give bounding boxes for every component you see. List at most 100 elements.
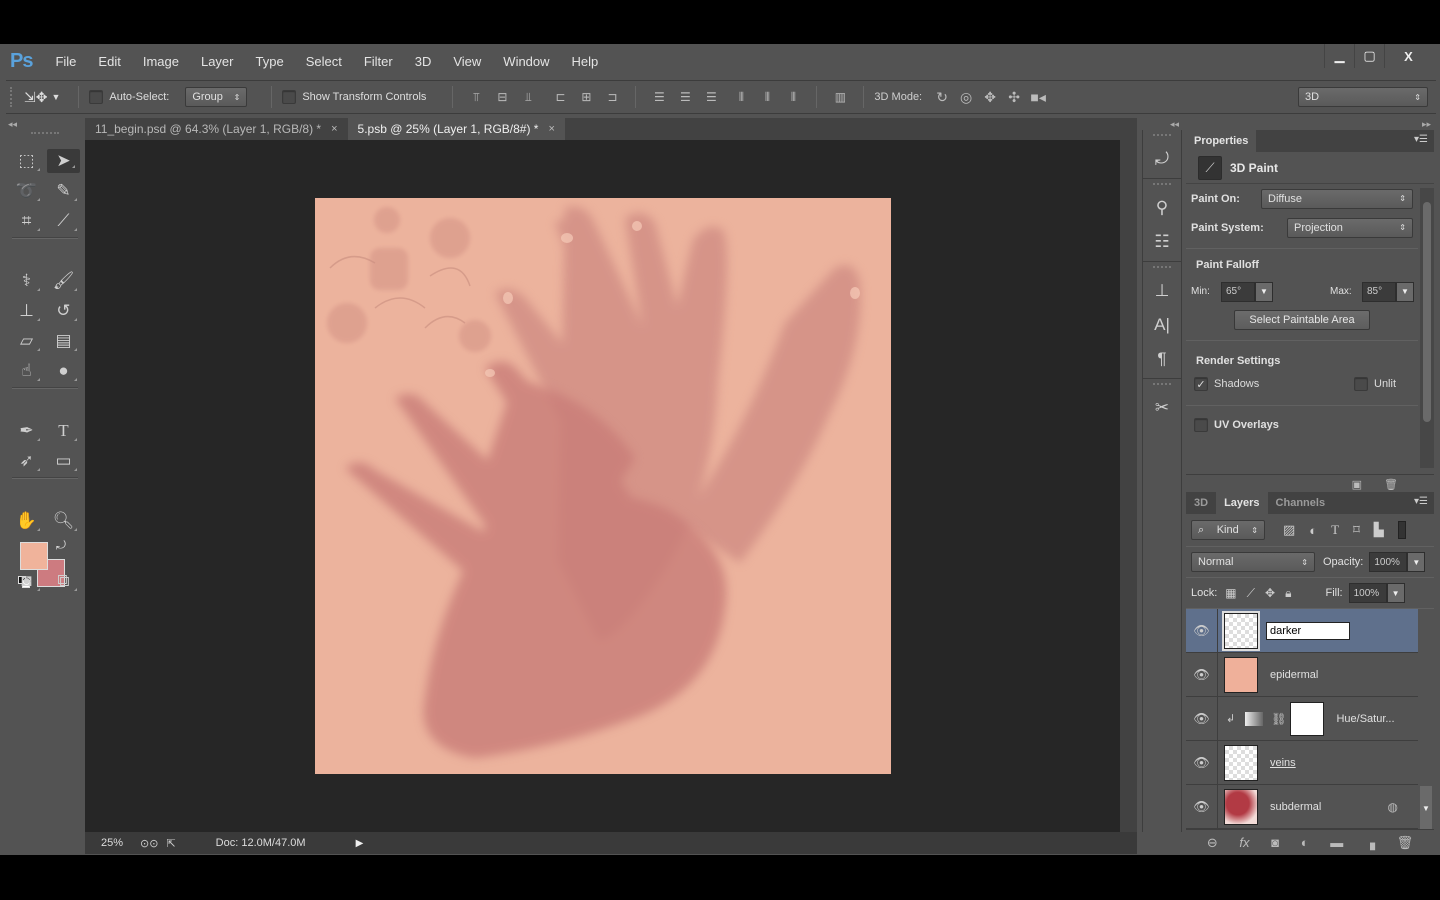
properties-scrollbar[interactable] <box>1420 188 1434 468</box>
show-transform-checkbox[interactable] <box>282 90 297 104</box>
menu-help[interactable]: Help <box>561 54 610 69</box>
distribute-right-icon[interactable]: ⫴ <box>782 88 804 106</box>
layer-row-subdermal[interactable]: 👁︎ subdermal ◍ <box>1186 784 1418 829</box>
close-tab-icon[interactable]: × <box>548 123 554 135</box>
opacity-input[interactable]: 100% <box>1369 552 1408 572</box>
panel-menu-icon[interactable]: ▾☰ <box>1414 496 1428 507</box>
lock-image-icon[interactable]: ⟋ <box>1247 586 1255 601</box>
share-icon[interactable]: ⇱ <box>166 837 175 850</box>
timing-icon[interactable]: ⊙⊙ <box>140 837 158 850</box>
filter-kind-select[interactable]: ⌕ Kind ⇕ <box>1191 520 1265 540</box>
filter-smart-object-icon[interactable]: ▙ <box>1374 522 1384 538</box>
visibility-eye-icon[interactable]: 👁︎ <box>1186 784 1218 829</box>
menu-3d[interactable]: 3D <box>404 54 443 69</box>
lock-transparent-icon[interactable]: ▦ <box>1225 586 1236 600</box>
sponge-tool-icon[interactable]: ● <box>45 356 82 386</box>
distribute-left-icon[interactable]: ⫴ <box>730 88 752 106</box>
workspace-select[interactable]: 3D ⇕ <box>1298 87 1428 107</box>
align-right-edges-icon[interactable]: ⊐ <box>601 88 623 106</box>
3d-drag-icon[interactable]: ✥ <box>978 87 1002 107</box>
3d-roll-icon[interactable]: ◎ <box>954 87 978 107</box>
brush-panel-icon[interactable]: ☷ <box>1143 225 1181 259</box>
minimize-button[interactable]: ▁ <box>1324 44 1354 68</box>
clone-stamp-tool-icon[interactable]: ⊥ <box>8 296 45 326</box>
uv-overlays-checkbox[interactable] <box>1194 417 1208 432</box>
visibility-eye-icon[interactable]: 👁︎ <box>1186 696 1218 741</box>
lock-all-icon[interactable]: 🔒︎ <box>1285 586 1291 601</box>
add-mask-icon[interactable]: ◙ <box>1271 835 1279 850</box>
filter-adjustment-icon[interactable]: ◐ <box>1309 523 1317 538</box>
tool-preset-picker[interactable]: ⇲✥ ▼ <box>24 89 60 106</box>
fx-icon[interactable]: fx <box>1239 835 1249 850</box>
delete-layer-icon[interactable]: 🗑 <box>1397 835 1414 851</box>
min-dropdown-button[interactable]: ▼ <box>1255 281 1273 302</box>
eraser-tool-icon[interactable]: ▱ <box>8 326 45 356</box>
layer-mask-thumbnail[interactable] <box>1290 701 1325 736</box>
distribute-vcenter-icon[interactable]: ☰ <box>674 88 696 106</box>
3d-rotate-icon[interactable]: ↻ <box>930 87 954 107</box>
paragraph-panel-icon[interactable]: ¶ <box>1143 342 1181 376</box>
zoom-level[interactable]: 25% <box>85 837 140 849</box>
filter-toggle[interactable] <box>1397 521 1406 539</box>
clone-source-icon[interactable]: ⊥ <box>1143 274 1181 308</box>
canvas-texture[interactable] <box>315 198 891 774</box>
link-layers-icon[interactable]: ⊖ <box>1207 835 1218 851</box>
auto-align-icon[interactable]: ▥ <box>829 88 851 106</box>
tab-3d[interactable]: 3D <box>1186 492 1216 514</box>
rectangular-marquee-tool-icon[interactable]: ⬚ <box>8 146 45 176</box>
maximize-button[interactable]: ▢ <box>1354 44 1384 68</box>
document-vertical-scrollbar[interactable] <box>1120 140 1137 832</box>
lasso-tool-icon[interactable]: ➰ <box>8 176 45 206</box>
auto-select-checkbox[interactable] <box>89 90 104 104</box>
menu-select[interactable]: Select <box>295 54 353 69</box>
max-input[interactable]: 85° <box>1362 281 1396 302</box>
menu-image[interactable]: Image <box>132 54 190 69</box>
opacity-dropdown-button[interactable]: ▼ <box>1407 552 1426 572</box>
move-tool-icon[interactable]: ➤ <box>47 149 80 173</box>
visibility-eye-icon[interactable]: 👁︎ <box>1186 652 1218 697</box>
dock-grip[interactable] <box>1153 266 1171 272</box>
align-top-edges-icon[interactable]: ⫪ <box>465 88 487 106</box>
screen-mode-icon[interactable]: ⧉ <box>45 566 82 596</box>
layer-effects-icon[interactable]: ◍ <box>1388 800 1398 814</box>
menu-layer[interactable]: Layer <box>190 54 245 69</box>
dock-grip[interactable] <box>1153 383 1171 389</box>
3d-scale-icon[interactable]: ■◂ <box>1026 87 1050 107</box>
paint-on-select[interactable]: Diffuse ⇕ <box>1261 188 1413 209</box>
visibility-eye-icon[interactable]: 👁︎ <box>1186 608 1218 653</box>
foreground-color-swatch[interactable] <box>20 542 48 570</box>
layer-row-epidermal[interactable]: 👁︎ epidermal <box>1186 652 1418 697</box>
min-input[interactable]: 65° <box>1221 281 1255 302</box>
3d-slide-icon[interactable]: ✣ <box>1002 87 1026 107</box>
layer-row-veins[interactable]: 👁︎ veins <box>1186 740 1418 785</box>
dock-grip[interactable] <box>1153 183 1171 189</box>
hand-tool-icon[interactable]: ✋ <box>8 506 45 536</box>
rectangle-tool-icon[interactable]: ▭ <box>45 446 82 476</box>
distribute-hcenter-icon[interactable]: ⫴ <box>756 88 778 106</box>
lock-position-icon[interactable]: ✥ <box>1265 586 1275 600</box>
blend-mode-select[interactable]: Normal ⇕ <box>1191 552 1315 572</box>
menu-filter[interactable]: Filter <box>353 54 404 69</box>
visibility-eye-icon[interactable]: 👁︎ <box>1186 740 1218 785</box>
mask-link-icon[interactable]: ⛓ <box>1271 712 1286 726</box>
new-layer-icon[interactable]: ▗ <box>1365 835 1375 851</box>
max-dropdown-button[interactable]: ▼ <box>1396 281 1414 302</box>
filter-type-icon[interactable]: T <box>1331 522 1339 538</box>
select-paintable-area-button[interactable]: Select Paintable Area <box>1234 310 1370 330</box>
history-panel-icon[interactable]: ⤾ <box>1143 142 1181 176</box>
tab-layers[interactable]: Layers <box>1216 492 1268 514</box>
type-tool-icon[interactable]: T <box>45 416 82 446</box>
auto-select-target-select[interactable]: Group ⇕ <box>185 87 248 107</box>
close-button[interactable]: X <box>1384 44 1432 68</box>
filter-shape-icon[interactable]: ⌑ <box>1353 522 1360 538</box>
history-brush-tool-icon[interactable]: ↺ <box>45 296 82 326</box>
tab-5-psb[interactable]: 5.psb @ 25% (Layer 1, RGB/8#) * × <box>347 118 565 140</box>
healing-brush-tool-icon[interactable]: ⚕ <box>8 266 45 296</box>
tab-channels[interactable]: Channels <box>1268 492 1334 514</box>
align-horizontal-centers-icon[interactable]: ⊞ <box>575 88 597 106</box>
new-group-icon[interactable]: ▬ <box>1330 835 1343 850</box>
new-adjustment-icon[interactable]: ◐ <box>1301 835 1309 850</box>
filter-pixel-icon[interactable]: ▨ <box>1283 522 1295 538</box>
fill-input[interactable]: 100% <box>1348 583 1387 603</box>
swap-colors-icon[interactable]: ⤾ <box>56 538 66 553</box>
